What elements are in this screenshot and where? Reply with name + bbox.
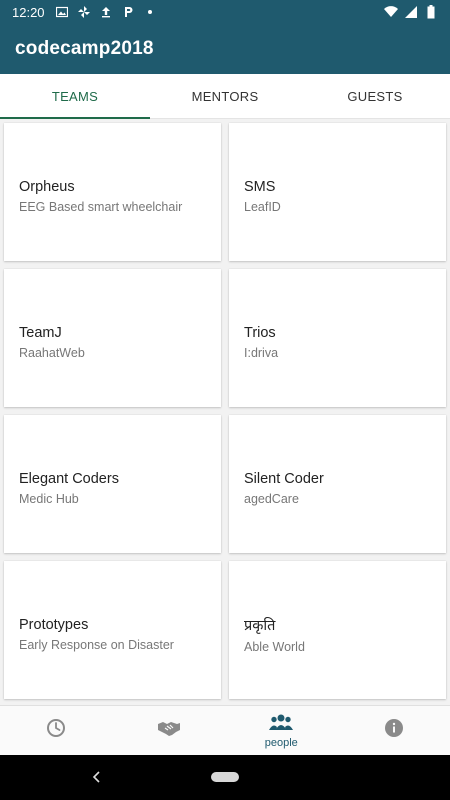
project-name: EEG Based smart wheelchair <box>19 199 183 214</box>
back-icon[interactable] <box>89 768 103 786</box>
image-icon <box>55 5 69 19</box>
team-name: Elegant Coders <box>19 470 119 487</box>
team-name: Trios <box>244 324 276 341</box>
upload-icon <box>99 5 113 19</box>
team-grid: Orpheus EEG Based smart wheelchair SMS L… <box>0 120 450 705</box>
project-name: Able World <box>244 639 305 654</box>
nav-mentors[interactable] <box>113 706 226 755</box>
team-card[interactable]: SMS LeafID <box>229 123 446 261</box>
nav-people-label: people <box>264 736 298 749</box>
project-name: RaahatWeb <box>19 345 85 360</box>
status-time: 12:20 <box>12 4 45 20</box>
team-card[interactable]: Prototypes Early Response on Disaster <box>4 561 221 699</box>
pinwheel-icon <box>77 5 91 19</box>
status-bar: 12:20 <box>0 0 450 24</box>
clock-icon <box>46 718 66 743</box>
project-name: I:driva <box>244 345 279 360</box>
team-name: Silent Coder <box>244 470 324 487</box>
handshake-icon <box>157 719 181 742</box>
info-icon <box>384 718 404 743</box>
bottom-nav: people <box>0 705 450 755</box>
tab-teams[interactable]: TEAMS <box>0 74 150 119</box>
home-button[interactable] <box>211 772 239 782</box>
signal-icon <box>404 5 418 19</box>
project-name: LeafID <box>244 199 281 214</box>
dot-icon <box>143 5 157 19</box>
team-name: Prototypes <box>19 616 89 633</box>
team-card[interactable]: Elegant Coders Medic Hub <box>4 415 221 553</box>
p-icon <box>121 5 135 19</box>
battery-icon <box>424 5 438 19</box>
team-card[interactable]: प्रकृति Able World <box>229 561 446 699</box>
team-card[interactable]: TeamJ RaahatWeb <box>4 269 221 407</box>
tab-bar: TEAMS MENTORS GUESTS <box>0 74 450 119</box>
tab-mentors[interactable]: MENTORS <box>150 74 300 118</box>
project-name: Early Response on Disaster <box>19 637 174 652</box>
team-name: SMS <box>244 178 276 195</box>
app-bar: codecamp2018 <box>0 24 450 74</box>
app-title: codecamp2018 <box>15 38 154 59</box>
team-name: प्रकृति <box>244 617 276 634</box>
wifi-icon <box>384 5 398 19</box>
team-name: Orpheus <box>19 178 75 195</box>
team-card[interactable]: Trios I:driva <box>229 269 446 407</box>
tab-guests[interactable]: GUESTS <box>300 74 450 118</box>
people-icon <box>269 713 294 736</box>
nav-schedule[interactable] <box>0 706 113 755</box>
team-name: TeamJ <box>19 324 62 341</box>
nav-info[interactable] <box>338 706 450 755</box>
nav-people[interactable]: people <box>225 706 338 755</box>
project-name: agedCare <box>244 491 299 506</box>
team-card[interactable]: Orpheus EEG Based smart wheelchair <box>4 123 221 261</box>
team-card[interactable]: Silent Coder agedCare <box>229 415 446 553</box>
project-name: Medic Hub <box>19 491 79 506</box>
